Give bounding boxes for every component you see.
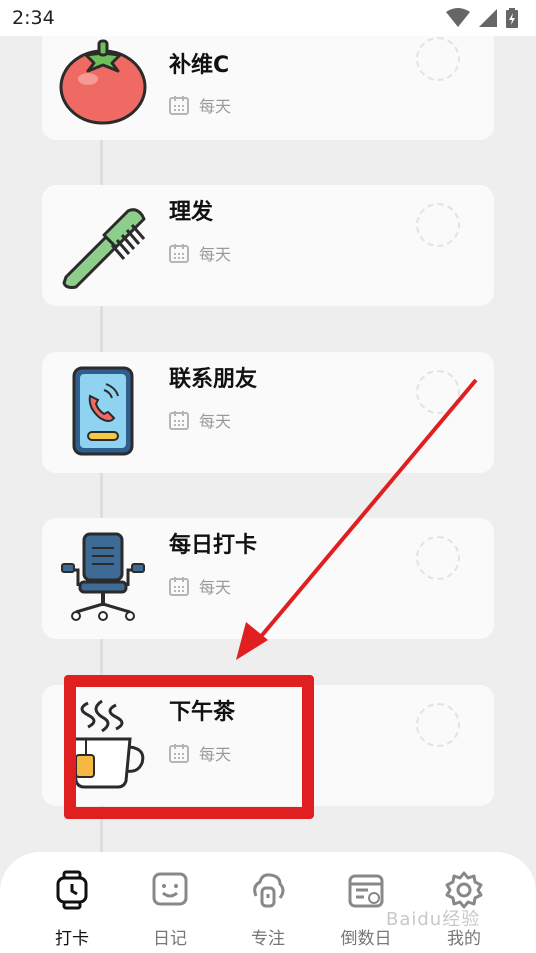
watermark: Baidu经验 [386, 909, 481, 930]
wifi-icon [446, 8, 470, 27]
status-icons [446, 8, 518, 28]
status-bar: 2:34 [0, 0, 536, 36]
status-time: 2:34 [12, 7, 55, 29]
annotation-arrow [236, 378, 478, 660]
signal-icon [479, 9, 497, 27]
battery-icon [506, 8, 518, 28]
